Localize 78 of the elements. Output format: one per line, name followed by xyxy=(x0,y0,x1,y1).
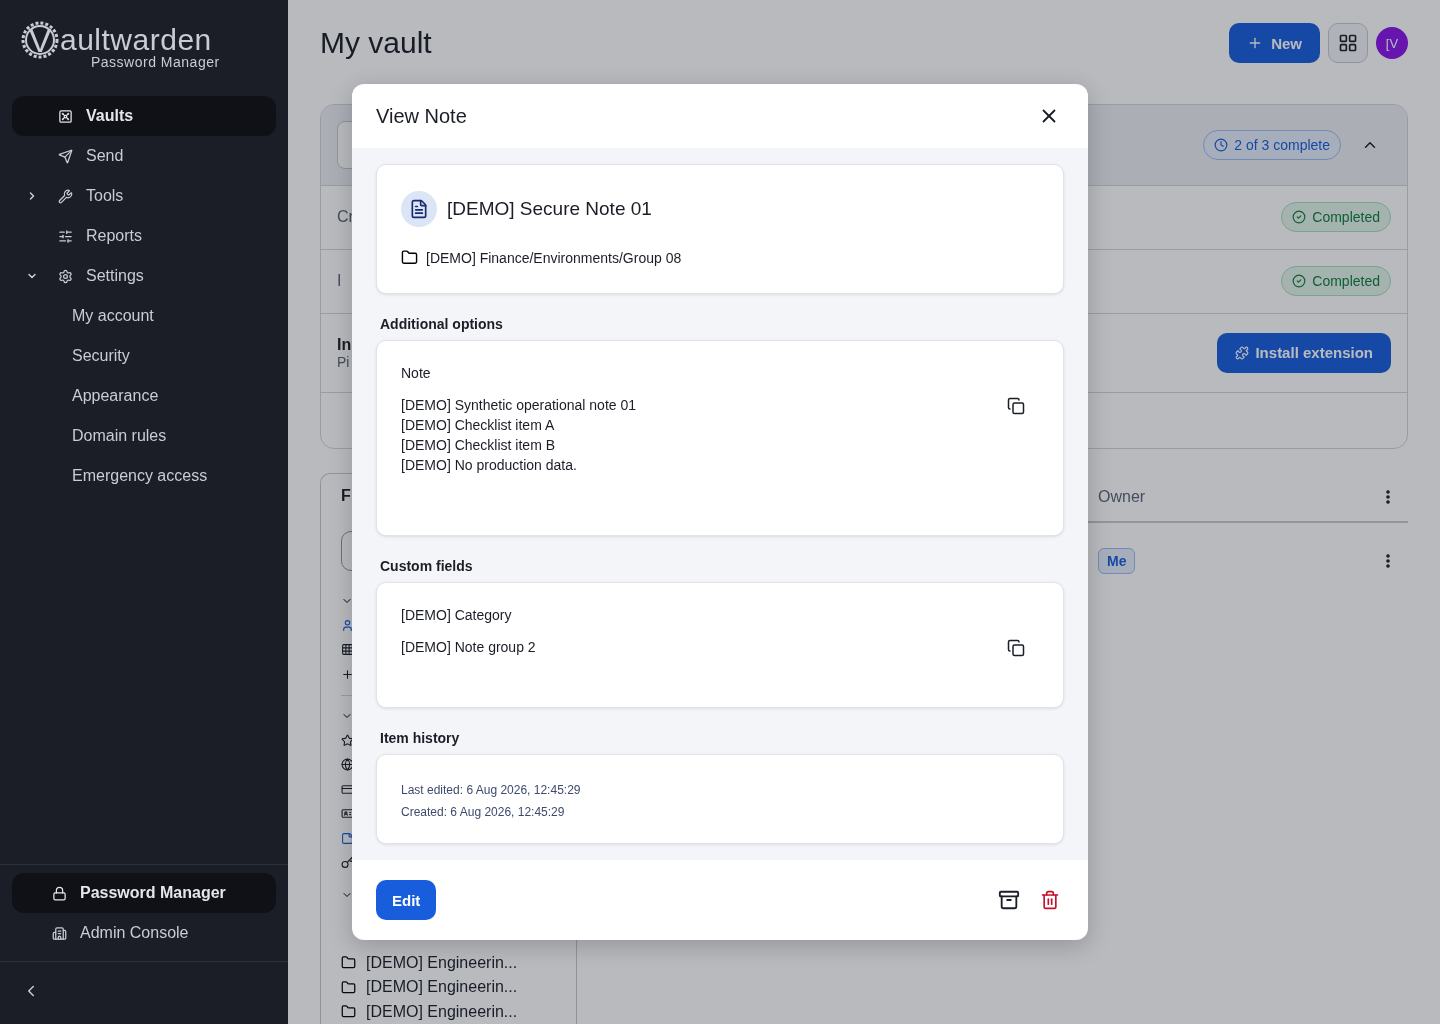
nav-subitem[interactable]: Domain rules xyxy=(12,416,276,456)
star-icon[interactable] xyxy=(341,733,354,747)
product-switcher-item[interactable]: Admin Console xyxy=(12,913,276,953)
history-line: Last edited: 6 Aug 2026, 12:45:29 xyxy=(401,782,582,800)
person-icon[interactable] xyxy=(341,618,354,632)
history-line: Created: 6 Aug 2026, 12:45:29 xyxy=(401,804,566,822)
note-icon xyxy=(409,199,429,220)
avatar[interactable]: [V xyxy=(1376,27,1408,60)
grid-icon xyxy=(1338,33,1358,54)
section-heading: Item history xyxy=(380,730,461,747)
apps-button[interactable] xyxy=(1328,23,1368,64)
nav-subitem[interactable]: My account xyxy=(12,296,276,336)
folder-icon xyxy=(401,249,418,267)
step-title: I xyxy=(337,272,342,291)
check-circle-icon xyxy=(1292,210,1307,225)
nav-item[interactable]: Tools xyxy=(12,176,276,216)
card-icon[interactable] xyxy=(341,782,354,796)
nav-subitem[interactable]: Appearance xyxy=(12,376,276,416)
nav-item[interactable]: Settings xyxy=(12,256,276,296)
edit-button[interactable]: Edit xyxy=(376,880,437,921)
puzzle-icon xyxy=(1235,345,1250,360)
field-value: [DEMO] Synthetic operational note 01 [DEMO] Checklist item A [DEMO] Checklist item B [DEMO] No production data. xyxy=(401,396,638,476)
folder-item[interactable]: [DEMO] Engineerin... xyxy=(366,978,518,997)
clock-icon xyxy=(1214,137,1229,152)
key-icon[interactable] xyxy=(341,856,354,870)
step-title: In xyxy=(337,335,352,354)
folder-icon xyxy=(341,1004,356,1020)
globe-icon[interactable] xyxy=(341,758,354,772)
grid-icon[interactable] xyxy=(341,643,354,657)
folder-item[interactable]: [DEMO] Engineerin... xyxy=(366,953,518,972)
filter-title: F xyxy=(341,486,352,505)
column-header[interactable]: Owner xyxy=(1098,487,1368,506)
folder-item[interactable]: [DEMO] Engineerin... xyxy=(366,1002,518,1021)
completed-badge: Completed xyxy=(1281,202,1391,233)
logo-subtitle: Password Manager xyxy=(91,54,220,70)
check-circle-icon xyxy=(1292,274,1307,289)
step-title: Cr xyxy=(337,208,354,227)
completed-badge: Completed xyxy=(1281,266,1391,297)
field-label: [DEMO] Category xyxy=(401,607,513,624)
new-button[interactable]: New xyxy=(1229,23,1320,64)
owner-badge: Me xyxy=(1098,547,1136,574)
step-description: Pi xyxy=(337,353,350,370)
nav-item[interactable]: Reports xyxy=(12,216,276,256)
sliders-icon xyxy=(58,228,73,244)
page-title: My vault xyxy=(320,26,433,61)
trash-icon xyxy=(1040,890,1060,911)
copy-icon xyxy=(1007,397,1025,416)
section-heading: Custom fields xyxy=(380,558,474,575)
plus-icon[interactable] xyxy=(341,667,354,681)
note-icon[interactable] xyxy=(341,831,354,845)
section-heading: Additional options xyxy=(380,316,504,333)
folder-path: [DEMO] Finance/Environments/Group 08 xyxy=(426,249,682,266)
send-icon xyxy=(58,148,73,164)
nav-subitem[interactable]: Emergency access xyxy=(12,456,276,496)
more-options-icon xyxy=(1386,553,1390,568)
wrench-icon xyxy=(58,188,73,204)
logo-mark: V xyxy=(20,20,60,60)
settings-icon xyxy=(58,268,73,284)
more-options-icon xyxy=(1386,489,1390,504)
progress-badge: 2 of 3 complete xyxy=(1203,129,1341,160)
field-label: Note xyxy=(401,365,432,382)
field-value: [DEMO] Note group 2 xyxy=(401,638,537,658)
id-card-icon[interactable] xyxy=(341,807,354,821)
product-switcher-item[interactable]: Password Manager xyxy=(12,873,276,913)
folder-icon xyxy=(341,955,356,971)
logo-name: aultwarden xyxy=(60,23,212,56)
nav-subitem[interactable]: Security xyxy=(12,336,276,376)
lock-icon xyxy=(52,885,67,901)
nav-item[interactable]: Vaults xyxy=(12,96,276,136)
item-name: [DEMO] Secure Note 01 xyxy=(447,198,652,221)
copy-icon xyxy=(1007,639,1025,658)
vault-icon xyxy=(58,108,73,124)
archive-icon xyxy=(998,889,1020,912)
folder-icon xyxy=(341,979,356,995)
building-icon xyxy=(52,925,67,941)
dialog-title: View Note xyxy=(376,104,468,128)
nav-item[interactable]: Send xyxy=(12,136,276,176)
install-extension-button[interactable]: Install extension xyxy=(1217,332,1391,373)
